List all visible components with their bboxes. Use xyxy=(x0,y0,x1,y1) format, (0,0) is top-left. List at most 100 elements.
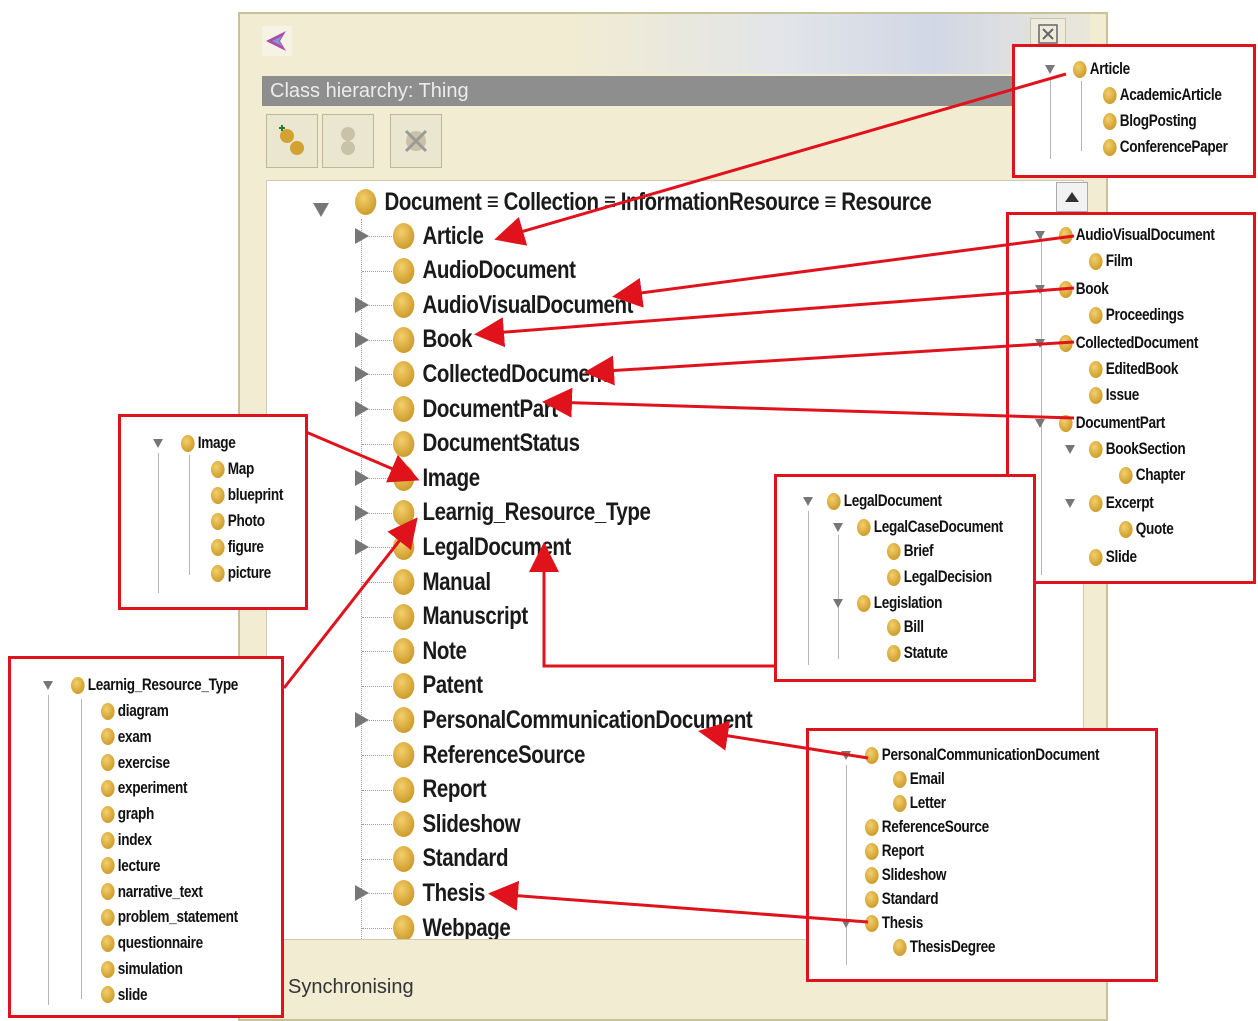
guide-line xyxy=(189,455,190,575)
node-label: Thesis xyxy=(881,913,923,932)
scroll-up-button[interactable] xyxy=(1056,182,1088,212)
class-node-icon xyxy=(101,960,115,978)
callout-node: problem_statement xyxy=(101,907,238,927)
tree-item[interactable]: Manuscript xyxy=(393,600,528,634)
tree-item[interactable]: Image xyxy=(393,461,480,495)
tree-item[interactable]: DocumentStatus xyxy=(393,427,580,461)
expand-toggle[interactable] xyxy=(355,228,369,244)
expand-toggle[interactable] xyxy=(355,401,369,417)
class-node-icon xyxy=(101,831,115,849)
tree-item-label: Patent xyxy=(422,671,484,700)
tree-item[interactable]: LegalDocument xyxy=(393,530,571,564)
node-label: slide xyxy=(117,984,148,1004)
tree-item-label: Standard xyxy=(422,844,509,873)
tree-item[interactable]: Webpage xyxy=(393,911,511,940)
class-node-icon xyxy=(101,779,115,797)
expand-toggle[interactable] xyxy=(355,885,369,902)
class-node-icon xyxy=(1059,226,1073,244)
expand-toggle[interactable] xyxy=(355,366,369,383)
add-subclass-button[interactable] xyxy=(266,114,318,168)
expand-toggle xyxy=(1035,285,1045,294)
callout-node: LegalDecision xyxy=(887,567,992,587)
expand-toggle[interactable] xyxy=(355,712,369,729)
expand-toggle[interactable] xyxy=(355,539,369,556)
tree-item[interactable]: Note xyxy=(393,634,467,668)
class-node-icon xyxy=(211,486,225,504)
delete-class-button[interactable] xyxy=(390,114,442,168)
callout-node: Learnig_Resource_Type xyxy=(71,675,238,695)
expand-toggle[interactable] xyxy=(355,470,369,487)
class-node-icon xyxy=(865,842,879,860)
expand-toggle[interactable] xyxy=(355,331,369,348)
tree-item-label: Report xyxy=(422,775,487,804)
tree-item-label: CollectedDocument xyxy=(422,359,609,388)
tree-item[interactable]: AudioDocument xyxy=(393,254,576,288)
class-node-icon xyxy=(1119,520,1133,538)
class-node-icon xyxy=(887,618,901,636)
root-collapse-toggle[interactable] xyxy=(313,203,329,217)
tree-item[interactable]: CollectedDocument xyxy=(393,357,608,391)
node-label: BlogPosting xyxy=(1119,111,1197,130)
tree-item[interactable]: Standard xyxy=(393,842,509,876)
class-node-icon xyxy=(393,534,415,561)
callout-node: slide xyxy=(101,984,148,1005)
tree-item[interactable]: Book xyxy=(393,323,473,357)
tree-item[interactable]: DocumentPart xyxy=(393,392,558,426)
add-sibling-button[interactable] xyxy=(322,114,374,168)
tree-item[interactable]: AudioVisualDocument xyxy=(393,288,633,322)
class-node-icon xyxy=(1089,440,1103,458)
tree-item-label: AudioVisualDocument xyxy=(422,290,634,319)
tree-item[interactable]: Thesis xyxy=(393,876,485,910)
node-label: Email xyxy=(909,769,945,788)
tree-item[interactable]: Slideshow xyxy=(393,807,521,841)
tree-item[interactable]: Article xyxy=(393,219,484,253)
node-label: problem_statement xyxy=(117,907,238,927)
callout-node: Film xyxy=(1089,251,1133,271)
callout-node: PersonalCommunicationDocument xyxy=(865,745,1100,765)
node-label: BookSection xyxy=(1105,439,1186,458)
tree-item[interactable]: PersonalCommunicationDocument xyxy=(393,703,753,737)
class-node-icon xyxy=(857,594,871,612)
tree-item[interactable]: Learnig_Resource_Type xyxy=(393,496,651,530)
expand-toggle xyxy=(1035,339,1045,348)
node-label: ReferenceSource xyxy=(881,817,989,836)
class-node-icon xyxy=(211,564,225,582)
tree-root-label: Document ≡ Collection ≡ InformationResou… xyxy=(384,187,932,216)
callout-node: Issue xyxy=(1089,385,1139,405)
callout-node: Proceedings xyxy=(1089,305,1184,325)
tree-item[interactable]: Report xyxy=(393,773,487,807)
tree-item-label: Webpage xyxy=(422,913,511,940)
node-label: LegalCaseDocument xyxy=(873,517,1003,536)
expand-toggle xyxy=(841,919,851,928)
node-label: Statute xyxy=(903,643,948,662)
class-node-icon xyxy=(865,818,879,836)
node-label: Book xyxy=(1075,279,1109,298)
tree-connector xyxy=(362,651,392,653)
tree-connector xyxy=(362,616,392,618)
tree-item-label: Learnig_Resource_Type xyxy=(422,498,651,527)
expand-toggle[interactable] xyxy=(355,297,369,314)
callout-node: exercise xyxy=(101,753,170,773)
callout-node: Image xyxy=(181,433,236,453)
tree-item-label: Image xyxy=(422,463,481,492)
class-node-icon xyxy=(393,672,415,699)
node-label: Map xyxy=(227,459,255,478)
class-node-icon xyxy=(865,746,879,764)
expand-toggle[interactable] xyxy=(355,504,369,521)
tree-item[interactable]: ReferenceSource xyxy=(393,738,585,772)
tree-item[interactable]: Manual xyxy=(393,565,491,599)
class-node-icon xyxy=(1089,548,1103,566)
tree-item[interactable]: Patent xyxy=(393,669,483,703)
guide-line xyxy=(48,695,49,1005)
node-label: graph xyxy=(117,804,155,824)
tree-connector xyxy=(362,928,392,929)
callout-node: graph xyxy=(101,804,154,824)
expand-toggle xyxy=(841,751,851,760)
class-node-icon xyxy=(393,499,415,526)
callout-audiovisual: AudioVisualDocument Film Book Proceeding… xyxy=(1006,212,1256,584)
class-node-icon xyxy=(211,538,225,556)
tree-root[interactable]: Document ≡ Collection ≡ InformationResou… xyxy=(355,185,932,219)
callout-node: CollectedDocument xyxy=(1059,333,1198,353)
node-label: AcademicArticle xyxy=(1119,85,1222,104)
class-node-icon xyxy=(101,702,115,720)
